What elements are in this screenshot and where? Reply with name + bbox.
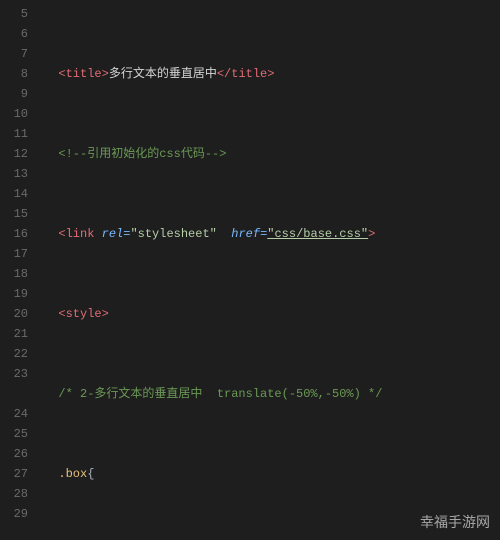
line-number-gutter: 5678910111213141516171819202122232425262… — [0, 0, 38, 540]
brace: { — [87, 467, 94, 481]
css-selector: .box — [58, 467, 87, 481]
attr-value: "css/base.css" — [267, 227, 368, 241]
tag-open: <style> — [58, 307, 108, 321]
code-line: /* 2-多行文本的垂直居中 translate(-50%,-50%) */ — [44, 384, 500, 404]
code-line: <style> — [44, 304, 500, 324]
code-line: <title>多行文本的垂直居中</title> — [44, 64, 500, 84]
code-editor: 5678910111213141516171819202122232425262… — [0, 0, 500, 540]
attr-value: "stylesheet" — [130, 227, 216, 241]
tag-open: <title> — [58, 67, 108, 81]
tag-close: > — [368, 227, 375, 241]
tag-open: <link — [58, 227, 101, 241]
css-comment: /* 2-多行文本的垂直居中 translate(-50%,-50%) */ — [58, 387, 382, 401]
code-line: .box{ — [44, 464, 500, 484]
attr-name: rel= — [102, 227, 131, 241]
code-line: <!--引用初始化的css代码--> — [44, 144, 500, 164]
code-line: <link rel="stylesheet" href="css/base.cs… — [44, 224, 500, 244]
code-area[interactable]: <title>多行文本的垂直居中</title> <!--引用初始化的css代码… — [38, 0, 500, 540]
tag-close: </title> — [217, 67, 275, 81]
title-text: 多行文本的垂直居中 — [109, 67, 217, 81]
attr-name: href= — [231, 227, 267, 241]
html-comment: <!--引用初始化的css代码--> — [58, 147, 226, 161]
